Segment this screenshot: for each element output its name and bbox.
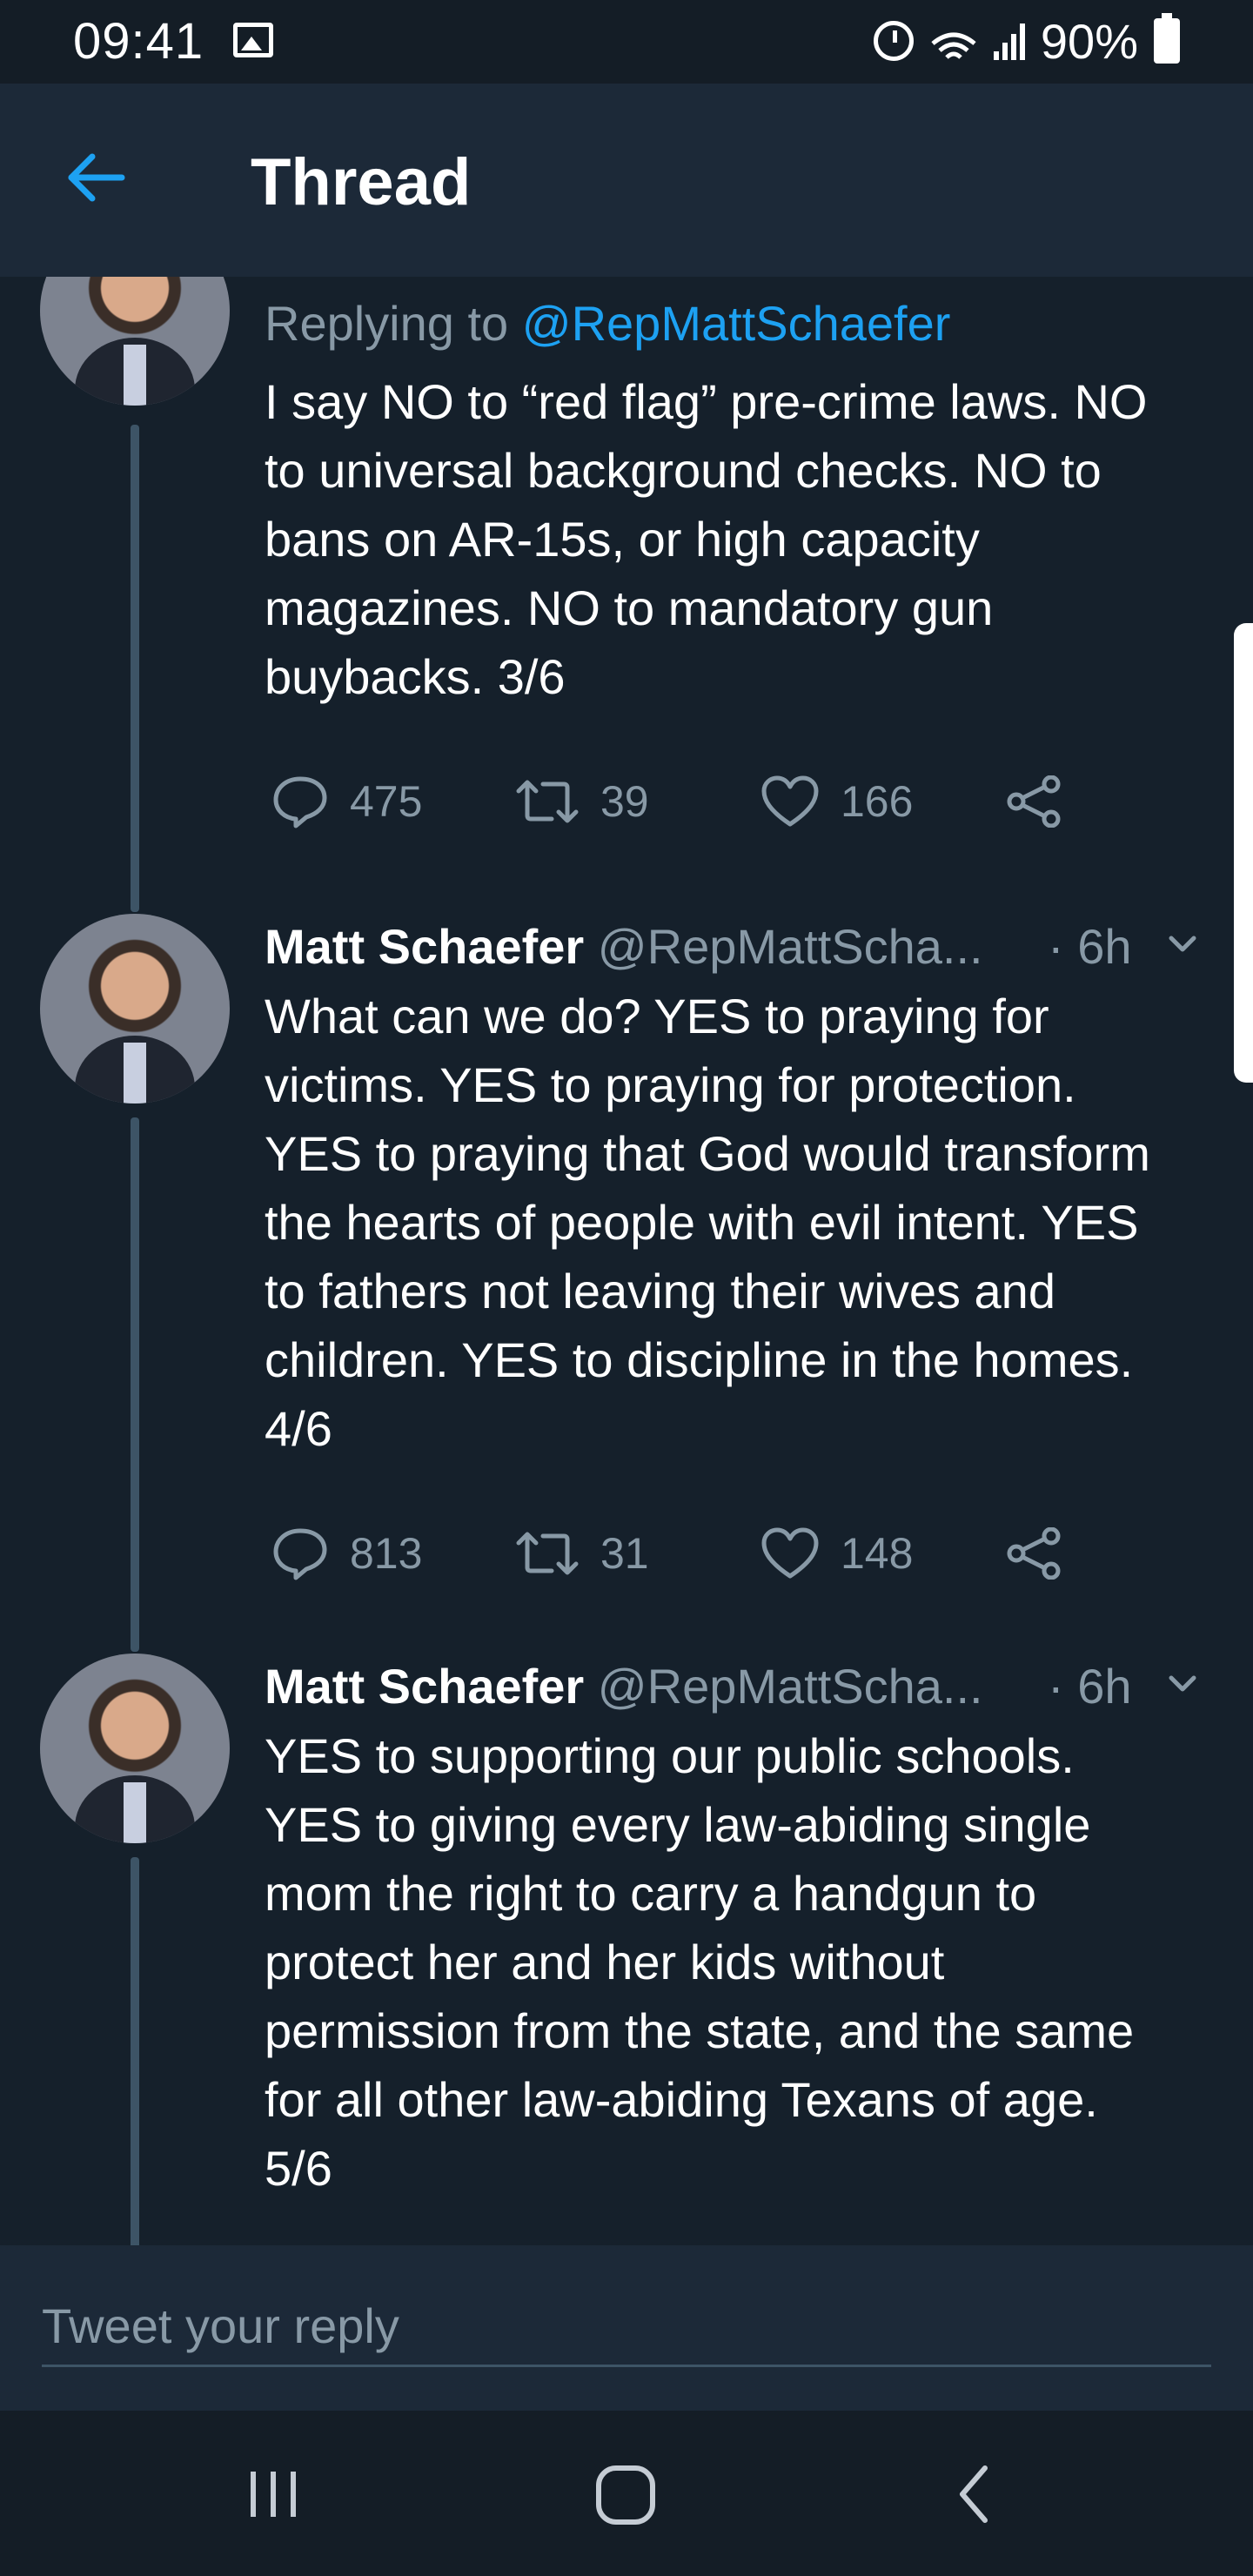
share-button[interactable]	[1006, 758, 1062, 845]
thread-connector-line	[131, 1117, 139, 1652]
tweet-time: · 6h	[1048, 1659, 1132, 1714]
heart-icon	[761, 1527, 819, 1579]
avatar[interactable]	[40, 277, 230, 406]
thread-list[interactable]: Replying to @RepMattSchaefer I say NO to…	[0, 277, 1253, 2245]
reply-count: 813	[350, 1529, 423, 1578]
reply-button[interactable]: 813	[271, 1510, 422, 1597]
header: Thread	[0, 84, 1253, 277]
heart-icon	[761, 775, 819, 827]
share-icon	[1007, 775, 1061, 828]
retweet-icon	[516, 1532, 579, 1575]
retweet-icon	[516, 780, 579, 823]
alarm-icon	[873, 21, 914, 61]
status-icons: 90%	[873, 10, 1180, 71]
wifi-icon	[929, 23, 978, 59]
reply-input[interactable]: Tweet your reply	[42, 2289, 1211, 2367]
tweet[interactable]: Matt Schaefer @RepMattScha... · 6h What …	[0, 912, 1253, 1660]
tweet-text: YES to supporting our public schools. YE…	[265, 1728, 1135, 2196]
retweet-count: 39	[600, 777, 649, 826]
page-title: Thread	[251, 145, 472, 219]
retweet-count: 31	[600, 1529, 649, 1578]
gallery-notification-icon	[233, 23, 273, 57]
share-icon	[1007, 1527, 1061, 1580]
back-icon[interactable]	[952, 2459, 995, 2529]
battery-icon	[1154, 13, 1180, 64]
reply-icon	[273, 1528, 327, 1580]
back-arrow-icon[interactable]	[66, 151, 125, 204]
reply-count: 475	[350, 777, 423, 826]
status-time: 09:41	[73, 13, 204, 70]
author-handle[interactable]: @RepMattScha...	[598, 1659, 983, 1714]
share-button[interactable]	[1006, 1510, 1062, 1597]
tweet-header: Matt Schaefer @RepMattScha... · 6h	[265, 912, 1222, 982]
reply-button[interactable]: 475	[271, 758, 422, 845]
thread-connector-line	[131, 1857, 139, 2245]
reply-icon	[273, 776, 327, 828]
like-count: 148	[841, 1529, 914, 1578]
like-button[interactable]: 148	[761, 1510, 913, 1597]
home-icon[interactable]	[593, 2459, 660, 2529]
status-bar: 09:41 90%	[0, 0, 1253, 84]
tweet-time: · 6h	[1048, 919, 1132, 974]
chevron-down-icon[interactable]	[1168, 1669, 1197, 1699]
battery-percent: 90%	[1040, 13, 1138, 69]
recent-apps-icon[interactable]	[247, 2459, 299, 2529]
author-handle[interactable]: @RepMattScha...	[598, 919, 983, 974]
replying-to: Replying to @RepMattSchaefer	[265, 289, 1222, 359]
tweet-text: What can we do? YES to praying for victi…	[265, 989, 1150, 1456]
reply-bar: Tweet your reply	[0, 2245, 1253, 2411]
system-nav-bar	[0, 2411, 1253, 2576]
avatar[interactable]	[40, 914, 230, 1104]
retweet-button[interactable]: 39	[515, 758, 649, 845]
author-name[interactable]: Matt Schaefer	[265, 1659, 584, 1714]
like-count: 166	[841, 777, 914, 826]
tweet-actions: 813 31 148	[265, 1510, 1222, 1597]
replying-to-label: Replying to	[265, 296, 522, 351]
tweet-text: I say NO to “red flag” pre-crime laws. N…	[265, 374, 1148, 704]
thread-connector-line	[131, 425, 139, 912]
replying-to-handle-link[interactable]: @RepMattSchaefer	[522, 296, 951, 351]
author-name[interactable]: Matt Schaefer	[265, 919, 584, 974]
like-button[interactable]: 166	[761, 758, 913, 845]
tweet-header: Matt Schaefer @RepMattScha... · 6h	[265, 1652, 1222, 1721]
signal-icon	[993, 22, 1025, 60]
avatar[interactable]	[40, 1654, 230, 1843]
tweet-actions: 475 39 166	[265, 758, 1222, 845]
tweet[interactable]: Replying to @RepMattSchaefer I say NO to…	[0, 277, 1253, 921]
chevron-down-icon[interactable]	[1168, 929, 1197, 959]
tweet[interactable]: Matt Schaefer @RepMattScha... · 6h YES t…	[0, 1652, 1253, 2245]
scrollbar[interactable]	[1234, 623, 1253, 1083]
retweet-button[interactable]: 31	[515, 1510, 649, 1597]
